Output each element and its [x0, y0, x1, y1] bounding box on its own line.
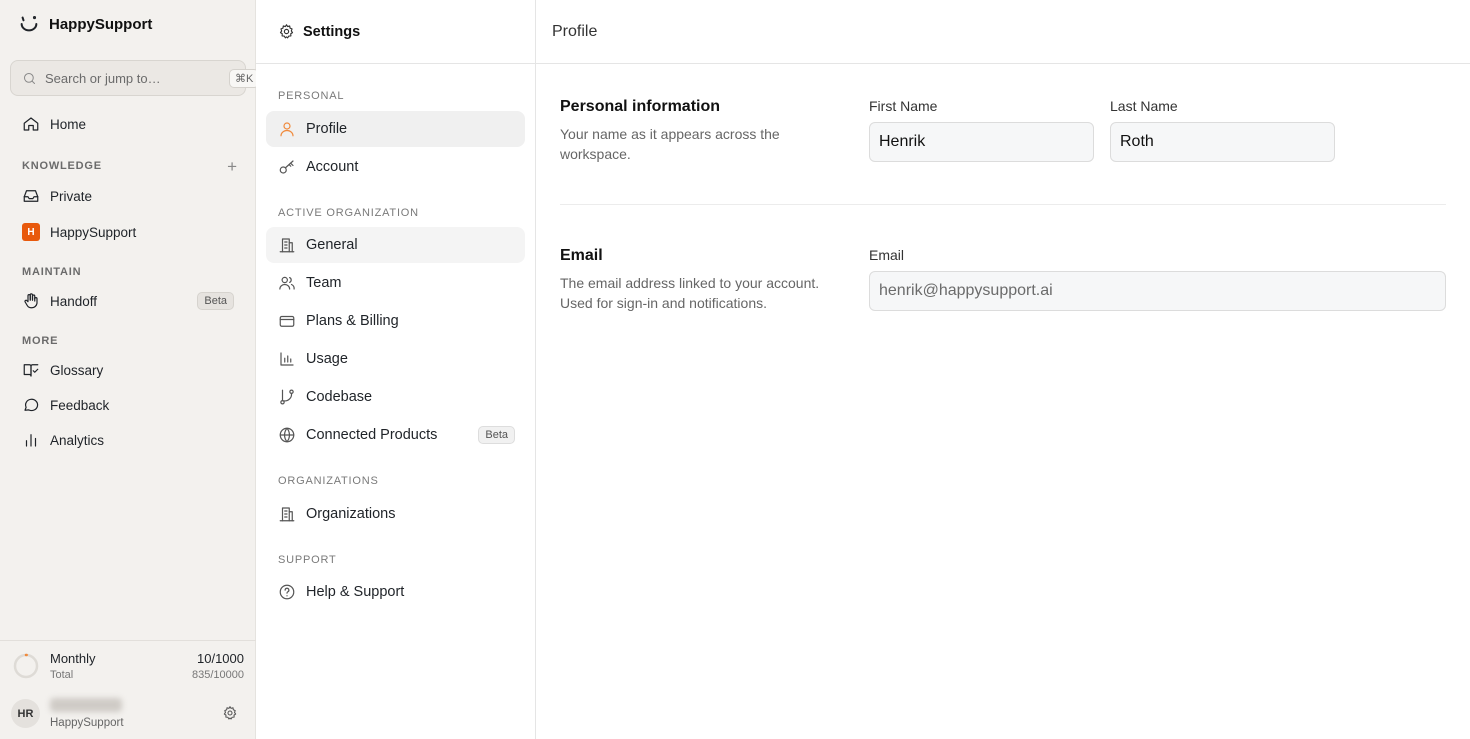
settings-item-label: Profile	[306, 121, 348, 137]
email-field[interactable]	[869, 271, 1446, 311]
settings-label-personal: PERSONAL	[278, 90, 345, 102]
usage-total: 835/10000	[192, 669, 244, 681]
settings-item-connected-products[interactable]: Connected Products Beta	[266, 417, 525, 453]
first-name-field[interactable]	[869, 122, 1094, 162]
brand[interactable]: HappySupport	[18, 13, 152, 35]
sidebar-item-glossary[interactable]: Glossary	[10, 355, 246, 385]
settings-item-organizations[interactable]: Organizations	[266, 496, 525, 532]
personal-info-desc: Your name as it appears across the works…	[560, 126, 780, 162]
globe-icon	[278, 426, 296, 444]
settings-header: Settings	[256, 0, 535, 64]
page-title: Profile	[536, 0, 1470, 64]
sidebar-item-private[interactable]: Private	[10, 181, 246, 211]
settings-item-team[interactable]: Team	[266, 265, 525, 301]
settings-item-plans-billing[interactable]: Plans & Billing	[266, 303, 525, 339]
settings-item-label: Organizations	[306, 506, 396, 522]
git-branch-icon	[278, 388, 296, 406]
settings-item-label: Team	[306, 275, 342, 291]
settings-item-usage[interactable]: Usage	[266, 341, 525, 377]
users-icon	[278, 274, 296, 292]
book-icon	[22, 361, 40, 379]
settings-item-label: General	[306, 237, 358, 253]
sidebar-item-handoff[interactable]: Handoff Beta	[10, 286, 246, 316]
user-icon	[278, 120, 296, 138]
gear-icon	[278, 23, 295, 40]
beta-badge: Beta	[478, 426, 515, 444]
hand-icon	[22, 292, 40, 310]
user-name-redacted	[50, 698, 122, 712]
settings-item-account[interactable]: Account	[266, 149, 525, 185]
add-knowledge-button[interactable]: +	[227, 158, 237, 175]
key-icon	[278, 158, 296, 176]
settings-nav: Settings PERSONAL Profile Account ACTIVE…	[256, 0, 536, 739]
email-section-desc: The email address linked to your account…	[560, 275, 820, 311]
search-icon	[22, 71, 37, 86]
gear-icon[interactable]	[222, 705, 238, 721]
sidebar-item-label: Analytics	[50, 432, 105, 448]
last-name-label: Last Name	[1110, 98, 1178, 114]
personal-info-title: Personal information	[560, 98, 721, 115]
sidebar-item-label: Handoff	[50, 293, 98, 309]
section-divider	[560, 204, 1446, 205]
settings-item-label: Usage	[306, 351, 348, 367]
sidebar-item-home[interactable]: Home	[10, 109, 246, 139]
section-label-more: MORE	[22, 335, 59, 347]
building-icon	[278, 505, 296, 523]
sidebar-item-analytics[interactable]: Analytics	[10, 425, 246, 455]
settings-item-label: Account	[306, 159, 359, 175]
section-label-knowledge: KNOWLEDGE	[22, 160, 102, 172]
user-menu[interactable]: HR HappySupport	[0, 695, 256, 739]
usage-count: 10/1000	[197, 651, 244, 666]
settings-title: Settings	[303, 23, 361, 40]
sidebar-item-label: Home	[50, 116, 87, 132]
sidebar-item-happysupport[interactable]: H HappySupport	[10, 217, 246, 247]
credit-card-icon	[278, 312, 296, 330]
settings-label-support: SUPPORT	[278, 554, 337, 566]
sidebar-item-label: HappySupport	[50, 224, 137, 240]
settings-item-codebase[interactable]: Codebase	[266, 379, 525, 415]
home-icon	[22, 115, 40, 133]
settings-item-label: Plans & Billing	[306, 313, 399, 329]
app-sidebar: HappySupport ⌘K Home KNOWLEDGE + Private…	[0, 0, 260, 739]
first-name-label: First Name	[869, 98, 938, 114]
usage-sub: Total	[50, 669, 74, 681]
beta-badge: Beta	[197, 292, 234, 310]
bar-chart-icon	[22, 431, 40, 449]
usage-ring-icon	[13, 653, 39, 679]
inbox-icon	[22, 187, 40, 205]
settings-item-help-support[interactable]: Help & Support	[266, 574, 525, 610]
main-content: Profile Personal information Your name a…	[536, 0, 1470, 739]
usage-title: Monthly	[50, 651, 96, 666]
org-badge: H	[22, 223, 40, 241]
smile-logo-icon	[18, 13, 40, 35]
avatar: HR	[11, 699, 40, 728]
search-input[interactable]	[45, 70, 221, 86]
sidebar-item-label: Glossary	[50, 362, 104, 378]
settings-label-active-org: ACTIVE ORGANIZATION	[278, 207, 419, 219]
brand-name: HappySupport	[49, 15, 153, 33]
building-icon	[278, 236, 296, 254]
settings-item-general[interactable]: General	[266, 227, 525, 263]
settings-label-organizations: ORGANIZATIONS	[278, 475, 379, 487]
usage-widget[interactable]: Monthly Total 10/1000 835/10000	[0, 640, 256, 681]
section-label-maintain: MAINTAIN	[22, 266, 82, 278]
help-circle-icon	[278, 583, 296, 601]
settings-item-profile[interactable]: Profile	[266, 111, 525, 147]
chart-icon	[278, 350, 296, 368]
email-label: Email	[869, 247, 905, 263]
search-shortcut: ⌘K	[229, 68, 260, 88]
settings-item-label: Codebase	[306, 389, 373, 405]
sidebar-item-feedback[interactable]: Feedback	[10, 390, 246, 420]
settings-item-label: Connected Products	[306, 427, 438, 443]
search-bar[interactable]: ⌘K	[10, 60, 260, 96]
email-section-title: Email	[560, 247, 603, 264]
user-org: HappySupport	[50, 717, 124, 729]
last-name-field[interactable]	[1110, 122, 1335, 162]
sidebar-item-label: Private	[50, 188, 93, 204]
sidebar-item-label: Feedback	[50, 397, 110, 413]
chat-bubble-icon	[22, 396, 40, 414]
settings-item-label: Help & Support	[306, 584, 405, 600]
